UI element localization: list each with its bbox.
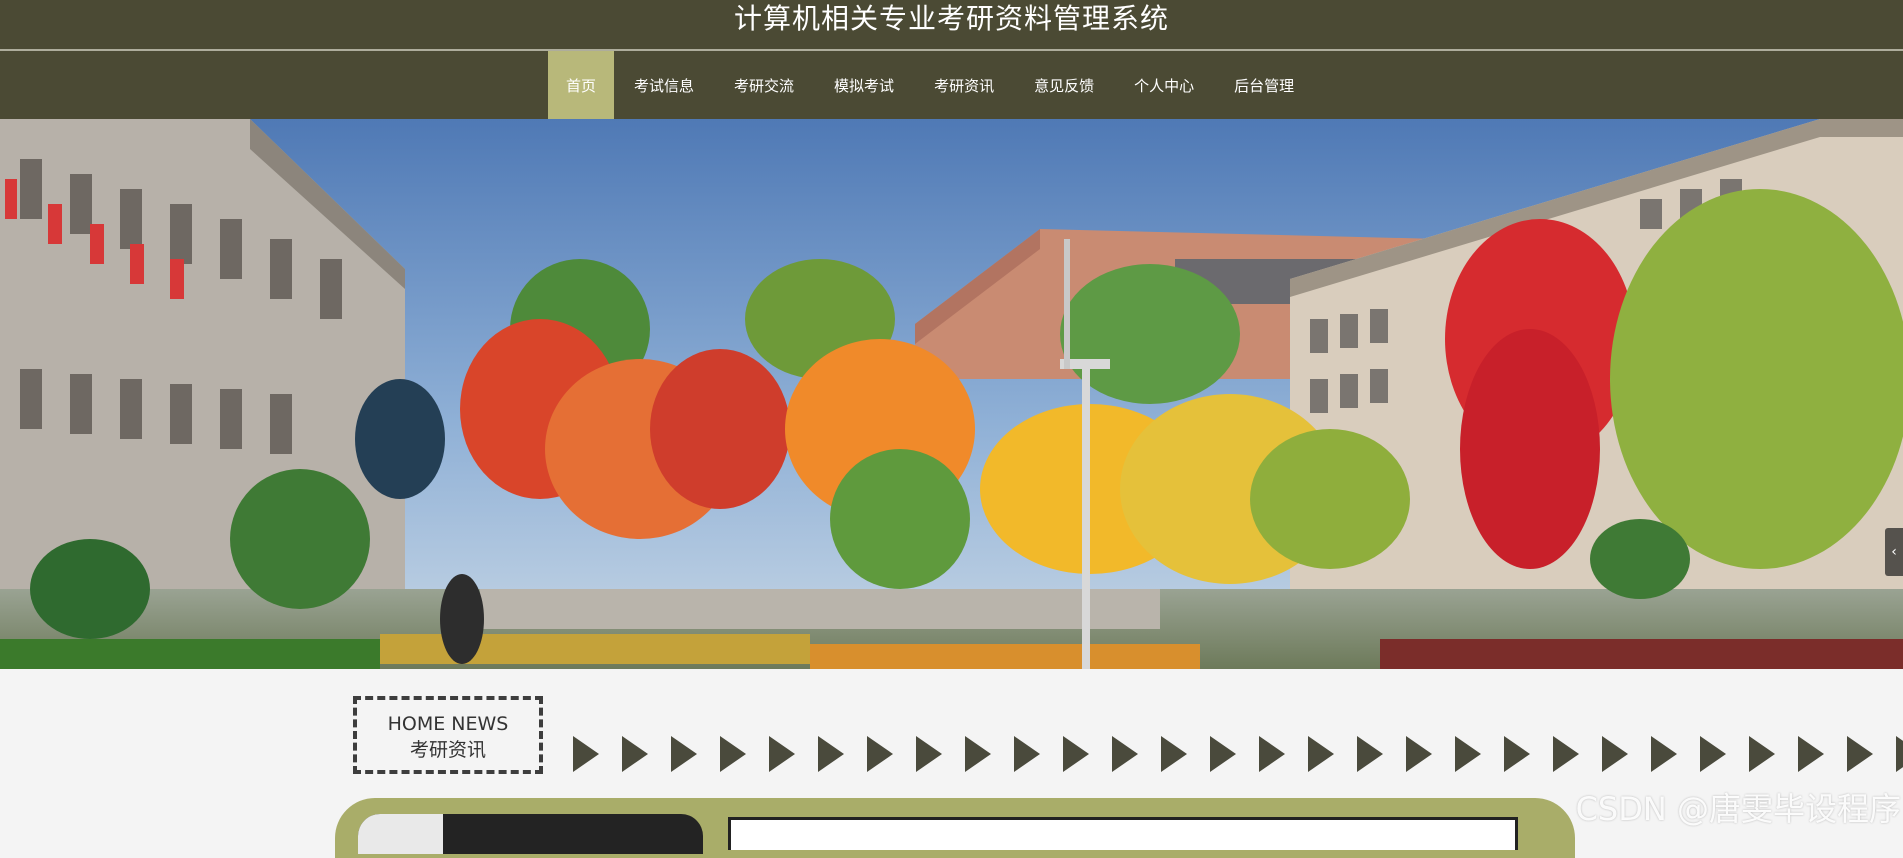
play-arrow-row — [573, 736, 1903, 772]
play-arrow-icon — [818, 736, 844, 772]
nav-item-home[interactable]: 首页 — [548, 51, 615, 119]
play-arrow-icon — [1112, 736, 1138, 772]
home-news-title-en: HOME NEWS — [387, 713, 509, 735]
news-thumbnail[interactable] — [358, 814, 703, 854]
home-news-title-cn: 考研资讯 — [409, 739, 486, 761]
news-summary-box[interactable] — [728, 817, 1518, 850]
play-arrow-icon — [573, 736, 599, 772]
play-arrow-icon — [1602, 736, 1628, 772]
play-arrow-icon — [1161, 736, 1187, 772]
play-arrow-icon — [1210, 736, 1236, 772]
play-arrow-icon — [622, 736, 648, 772]
play-arrow-icon — [1553, 736, 1579, 772]
play-arrow-icon — [1847, 736, 1873, 772]
site-header: 计算机相关专业考研资料管理系统 首页 考试信息 考研交流 模拟考试 考研资讯 意… — [0, 0, 1903, 119]
nav-item-exam-forum[interactable]: 考研交流 — [714, 51, 814, 119]
home-news-label: HOME NEWS 考研资讯 — [353, 696, 543, 774]
play-arrow-icon — [769, 736, 795, 772]
play-arrow-icon — [1798, 736, 1824, 772]
play-arrow-icon — [1259, 736, 1285, 772]
play-arrow-icon — [867, 736, 893, 772]
nav-item-exam-news[interactable]: 考研资讯 — [914, 51, 1014, 119]
main-nav: 首页 考试信息 考研交流 模拟考试 考研资讯 意见反馈 个人中心 后台管理 — [548, 51, 1314, 119]
nav-item-mock-exam[interactable]: 模拟考试 — [814, 51, 914, 119]
chevron-left-icon: ‹ — [1891, 544, 1897, 560]
play-arrow-icon — [1504, 736, 1530, 772]
site-title: 计算机相关专业考研资料管理系统 — [733, 2, 1169, 35]
play-arrow-icon — [1063, 736, 1089, 772]
play-arrow-icon — [965, 736, 991, 772]
play-arrow-icon — [1308, 736, 1334, 772]
play-arrow-icon — [1357, 736, 1383, 772]
nav-item-feedback[interactable]: 意见反馈 — [1014, 51, 1114, 119]
banner-next-button[interactable]: ‹ — [1885, 528, 1903, 576]
play-arrow-icon — [1651, 736, 1677, 772]
play-arrow-icon — [1014, 736, 1040, 772]
play-arrow-icon — [720, 736, 746, 772]
nav-item-exam-info[interactable]: 考试信息 — [614, 51, 714, 119]
csdn-watermark: CSDN @唐雯毕设程序 — [1575, 790, 1901, 828]
play-arrow-icon — [671, 736, 697, 772]
news-arrow-strip — [573, 734, 1903, 774]
play-arrow-icon — [1406, 736, 1432, 772]
play-arrow-icon — [1749, 736, 1775, 772]
banner-carousel[interactable]: ‹ — [0, 119, 1903, 669]
nav-item-admin[interactable]: 后台管理 — [1214, 51, 1314, 119]
play-arrow-icon — [916, 736, 942, 772]
play-arrow-icon — [1896, 736, 1903, 772]
nav-item-user-center[interactable]: 个人中心 — [1114, 51, 1214, 119]
banner-image — [0, 119, 1903, 669]
play-arrow-icon — [1455, 736, 1481, 772]
play-arrow-icon — [1700, 736, 1726, 772]
